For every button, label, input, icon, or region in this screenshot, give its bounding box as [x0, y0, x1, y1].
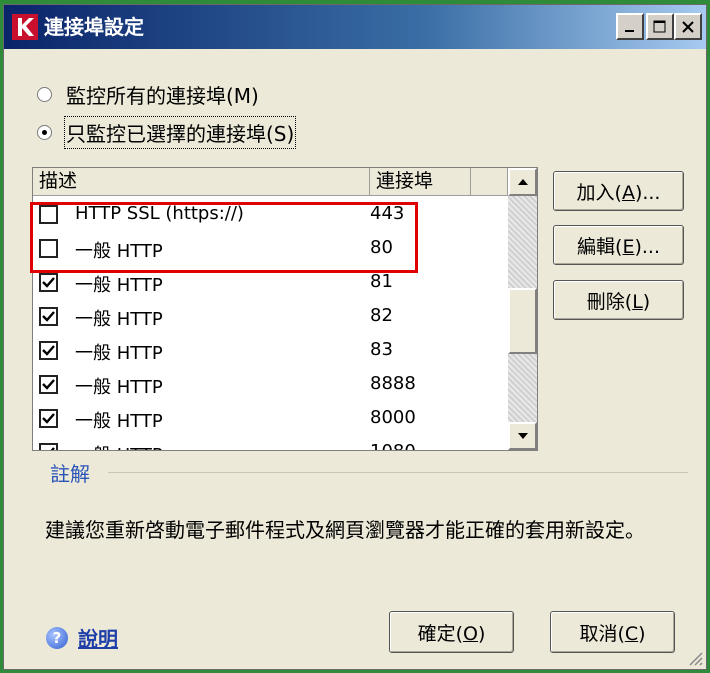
- checkmark-icon: [42, 413, 55, 424]
- scrollbar-thumb[interactable]: [508, 288, 537, 354]
- help-label: 說明: [78, 627, 118, 651]
- port-settings-dialog: 連接埠設定 監控所有的連接埠(M) 只監控已選擇的連接埠(S) 描述 連接埠 H…: [3, 4, 707, 670]
- delete-button-label: 刪除(L): [586, 290, 651, 313]
- row-checkbox[interactable]: [39, 341, 58, 360]
- row-port: 8000: [370, 407, 416, 428]
- help-icon: ?: [46, 626, 68, 649]
- close-icon: [682, 20, 694, 33]
- radio-button[interactable]: [37, 87, 52, 102]
- help-link[interactable]: ? 說明: [46, 623, 118, 652]
- kaspersky-logo-icon: [12, 14, 38, 40]
- row-port: 83: [370, 339, 393, 360]
- row-checkbox[interactable]: [39, 375, 58, 394]
- radio-monitor-all-label: 監控所有的連接埠(M): [66, 84, 259, 108]
- scroll-up-button[interactable]: [508, 168, 537, 196]
- checkmark-icon: [42, 311, 55, 322]
- checkmark-icon: [42, 277, 55, 288]
- row-description: 一般 HTTP: [75, 309, 163, 330]
- row-checkbox[interactable]: [39, 409, 58, 428]
- row-description: 一般 HTTP: [75, 441, 163, 450]
- row-description: 一般 HTTP: [75, 343, 163, 364]
- row-checkbox[interactable]: [39, 443, 58, 450]
- radio-monitor-selected[interactable]: 只監控已選擇的連接埠(S): [37, 116, 297, 149]
- arrow-down-icon: [517, 433, 528, 439]
- edit-button-label: 編輯(E)...: [577, 235, 660, 258]
- table-row[interactable]: 一般 HTTP 8000: [33, 402, 508, 436]
- radio-monitor-selected-label: 只監控已選擇的連接埠(S): [63, 116, 297, 149]
- row-port: 1080: [370, 441, 416, 450]
- checkmark-icon: [42, 379, 55, 390]
- arrow-up-icon: [517, 179, 528, 185]
- title-bar[interactable]: 連接埠設定: [4, 5, 706, 49]
- minimize-button[interactable]: [616, 13, 644, 40]
- table-row[interactable]: 一般 HTTP 83: [33, 334, 508, 368]
- note-text: 建議您重新啓動電子郵件程式及網頁瀏覽器才能正確的套用新設定。: [45, 518, 645, 542]
- delete-button[interactable]: 刪除(L): [553, 280, 684, 320]
- maximize-icon: [653, 20, 666, 32]
- row-port: 81: [370, 271, 393, 292]
- scroll-down-button[interactable]: [508, 422, 537, 450]
- radio-monitor-all[interactable]: 監控所有的連接埠(M): [37, 80, 259, 109]
- edit-button[interactable]: 編輯(E)...: [553, 225, 684, 265]
- column-header-description[interactable]: 描述: [33, 168, 370, 196]
- maximize-button[interactable]: [646, 13, 674, 40]
- checkmark-icon: [50, 447, 55, 450]
- row-port: 8888: [370, 373, 416, 394]
- note-title: 註解: [50, 462, 90, 486]
- table-row[interactable]: 一般 HTTP 1080: [33, 436, 508, 450]
- row-checkbox[interactable]: [39, 273, 58, 292]
- minimize-icon: [625, 29, 634, 32]
- column-header-empty: [471, 168, 508, 196]
- vertical-scrollbar[interactable]: [508, 168, 537, 450]
- list-header: 描述 連接埠: [33, 168, 508, 196]
- ok-button[interactable]: 確定(O): [389, 611, 514, 653]
- highlight-box: [30, 202, 418, 273]
- radio-button-selected[interactable]: [37, 125, 52, 140]
- column-header-port[interactable]: 連接埠: [370, 168, 471, 196]
- note-divider: [108, 472, 688, 473]
- add-button[interactable]: 加入(A)...: [553, 171, 684, 211]
- resize-grip-icon[interactable]: [686, 649, 704, 667]
- row-description: 一般 HTTP: [75, 411, 163, 432]
- cancel-button[interactable]: 取消(C): [550, 611, 675, 653]
- add-button-label: 加入(A)...: [576, 181, 661, 204]
- row-checkbox[interactable]: [39, 307, 58, 326]
- cancel-button-label: 取消(C): [579, 622, 646, 645]
- table-row[interactable]: 一般 HTTP 82: [33, 300, 508, 334]
- window-title: 連接埠設定: [44, 15, 144, 39]
- row-description: 一般 HTTP: [75, 377, 163, 398]
- row-description: 一般 HTTP: [75, 275, 163, 296]
- checkmark-icon: [42, 345, 55, 356]
- ok-button-label: 確定(O): [417, 622, 486, 645]
- row-port: 82: [370, 305, 393, 326]
- table-row[interactable]: 一般 HTTP 8888: [33, 368, 508, 402]
- close-button[interactable]: [674, 13, 702, 40]
